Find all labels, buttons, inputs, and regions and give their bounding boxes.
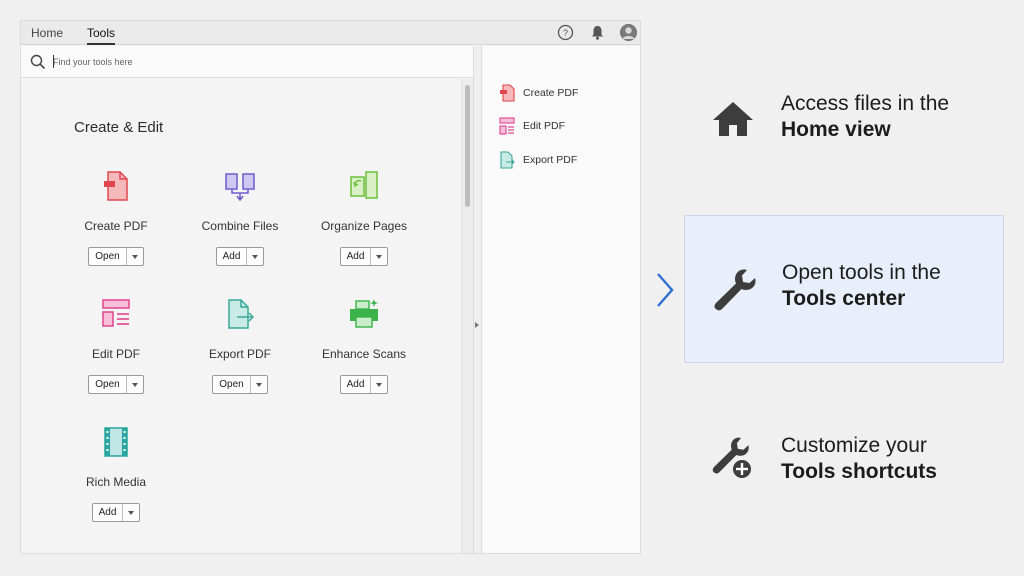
tool-label: Edit PDF <box>91 347 140 361</box>
shortcut-label: Edit PDF <box>523 120 566 132</box>
shortcut-create-pdf[interactable]: Create PDF <box>499 83 578 103</box>
open-button: Open <box>212 375 268 394</box>
edit-pdf-icon <box>499 117 515 135</box>
combine-files-icon[interactable] <box>223 169 257 203</box>
shortcut-export-pdf[interactable]: Export PDF <box>499 150 577 170</box>
scrollbar[interactable] <box>461 79 473 553</box>
help-icon[interactable]: ? <box>557 24 574 41</box>
tool-rich-media: Rich Media Add <box>56 425 176 522</box>
add-button-main[interactable]: Add <box>217 248 248 265</box>
feature-text: Open tools in the <box>782 261 941 284</box>
edit-pdf-icon[interactable] <box>99 297 133 331</box>
feature-tools-shortcuts: Customize your Tools shortcuts <box>684 390 1004 538</box>
dropdown-icon[interactable] <box>371 248 387 265</box>
search-bar <box>21 46 473 78</box>
open-button-main[interactable]: Open <box>89 248 127 265</box>
section-title: Create & Edit <box>74 119 164 136</box>
rich-media-icon[interactable] <box>99 425 133 459</box>
feature-text: Customize your <box>781 434 927 457</box>
tools-shortcuts-pane: Create PDF Edit PDF Export PDF <box>483 46 640 553</box>
open-button-main[interactable]: Open <box>213 376 251 393</box>
feature-home-view: Access files in the Home view <box>684 48 1004 196</box>
export-pdf-icon[interactable] <box>223 297 257 331</box>
add-button: Add <box>215 247 265 266</box>
search-input[interactable] <box>53 53 453 71</box>
tool-enhance-scans: Enhance Scans Add <box>304 297 424 394</box>
create-pdf-icon <box>500 84 515 102</box>
search-icon <box>30 54 46 70</box>
add-button: Add <box>339 247 389 266</box>
dropdown-icon[interactable] <box>127 248 143 265</box>
dropdown-icon[interactable] <box>127 376 143 393</box>
shortcut-edit-pdf[interactable]: Edit PDF <box>499 116 565 136</box>
shortcut-label: Create PDF <box>523 87 579 99</box>
tool-label: Export PDF <box>208 347 271 361</box>
tool-label: Create PDF <box>84 219 148 233</box>
feature-text-bold: Tools shortcuts <box>781 460 937 483</box>
dropdown-icon[interactable] <box>247 248 263 265</box>
home-icon <box>713 102 753 136</box>
acrobat-window: Home Tools ? Create & Edit <box>20 20 641 554</box>
create-pdf-icon[interactable] <box>99 169 133 203</box>
open-button-main[interactable]: Open <box>89 376 127 393</box>
tool-label: Combine Files <box>201 219 279 233</box>
tab-home[interactable]: Home <box>31 21 63 45</box>
collapse-arrow-icon[interactable] <box>475 322 479 328</box>
tool-edit-pdf: Edit PDF Open <box>56 297 176 394</box>
tools-center: Create & Edit Create PDF Open Combine Fi… <box>21 79 473 553</box>
add-button-main[interactable]: Add <box>341 376 372 393</box>
feature-text-bold: Home view <box>781 118 891 141</box>
svg-text:?: ? <box>563 28 568 38</box>
feature-tools-center: Open tools in the Tools center <box>684 215 1004 363</box>
shortcut-label: Export PDF <box>523 154 578 166</box>
pane-divider[interactable] <box>473 46 482 553</box>
chevron-right-icon <box>657 273 674 307</box>
top-bar: Home Tools ? <box>21 21 640 45</box>
tool-label: Organize Pages <box>320 219 408 233</box>
bell-icon[interactable] <box>589 24 606 41</box>
tool-organize-pages: Organize Pages Add <box>304 169 424 266</box>
add-button-main[interactable]: Add <box>93 504 124 521</box>
tool-create-pdf: Create PDF Open <box>56 169 176 266</box>
feature-text-bold: Tools center <box>782 287 906 310</box>
scroll-thumb[interactable] <box>465 85 470 207</box>
dropdown-icon[interactable] <box>123 504 139 521</box>
feature-text: Access files in the <box>781 92 950 115</box>
dropdown-icon[interactable] <box>371 376 387 393</box>
tool-label: Enhance Scans <box>321 347 407 361</box>
add-button-main[interactable]: Add <box>341 248 372 265</box>
wrench-plus-icon <box>712 437 753 480</box>
tool-combine-files: Combine Files Add <box>180 169 300 266</box>
tab-tools[interactable]: Tools <box>87 21 116 45</box>
wrench-icon <box>714 269 756 311</box>
add-button: Add <box>91 503 141 522</box>
open-button: Open <box>88 247 144 266</box>
tool-export-pdf: Export PDF Open <box>180 297 300 394</box>
dropdown-icon[interactable] <box>251 376 267 393</box>
open-button: Open <box>88 375 144 394</box>
organize-pages-icon[interactable] <box>347 169 381 203</box>
enhance-scans-icon[interactable] <box>347 297 381 331</box>
add-button: Add <box>339 375 389 394</box>
avatar[interactable] <box>620 24 637 41</box>
export-pdf-icon <box>500 151 515 169</box>
tool-label: Rich Media <box>85 475 147 489</box>
